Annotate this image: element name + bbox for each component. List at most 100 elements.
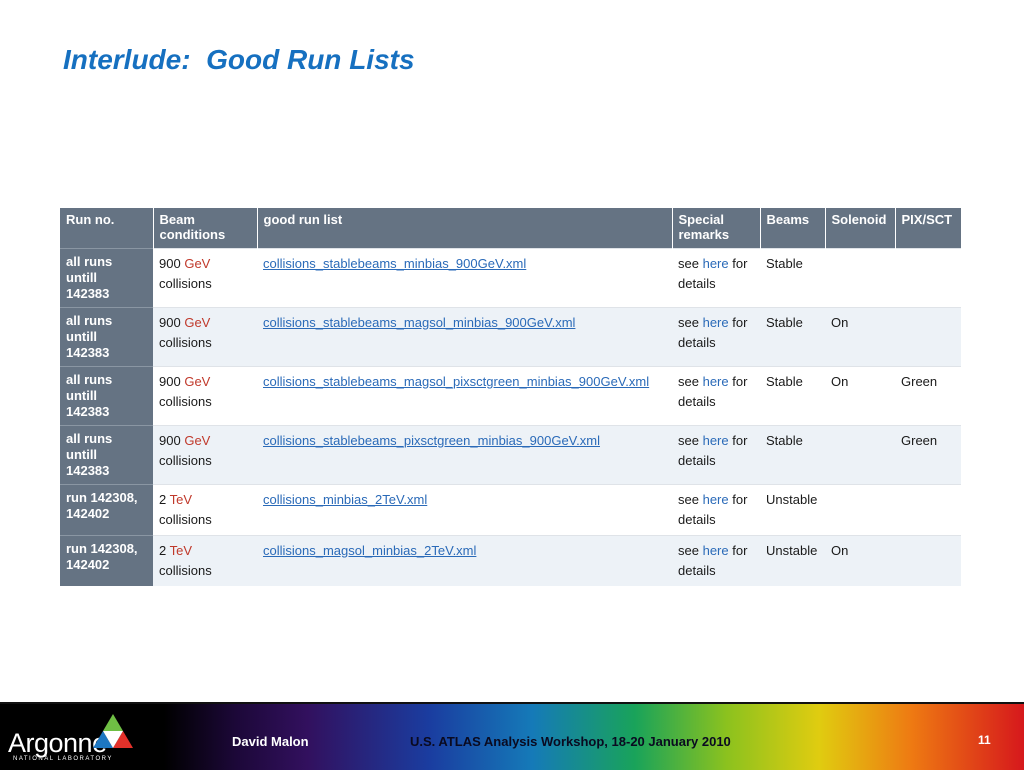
table-row: run 142308, 142402 2 TeV collisions collisio… — [60, 535, 961, 586]
workshop-title: U.S. ATLAS Analysis Workshop, 18-20 Janu… — [410, 734, 731, 749]
remarks-see-text: see — [678, 492, 699, 507]
special-remarks-cell: see here for details — [672, 307, 760, 367]
special-remarks-cell: see here for details — [672, 425, 760, 485]
run-number-cell: run 142308, 142402 — [60, 535, 153, 586]
remarks-here-link[interactable]: here — [703, 256, 729, 271]
beam-energy-unit-link[interactable]: TeV — [170, 543, 192, 558]
pix-sct-cell: Green — [895, 425, 961, 485]
header-beam-conditions: Beam conditions — [153, 208, 258, 249]
good-run-list-xml-link[interactable]: collisions_stablebeams_minbias_900GeV.xm… — [263, 256, 526, 271]
good-run-list-cell: collisions_stablebeams_pixsctgreen_minbi… — [257, 425, 672, 485]
argonne-logo-subtitle: NATIONAL LABORATORY — [13, 756, 113, 762]
beam-energy: 900 — [159, 374, 181, 389]
good-run-list-xml-link[interactable]: collisions_stablebeams_pixsctgreen_minbi… — [263, 433, 600, 448]
beam-collisions-label: collisions — [159, 563, 212, 578]
remarks-for-text: for — [732, 492, 748, 507]
beam-energy: 900 — [159, 256, 181, 271]
beam-conditions-cell: 900 GeV collisions — [153, 366, 257, 426]
solenoid-cell: On — [825, 366, 895, 426]
good-run-list-xml-link[interactable]: collisions_minbias_2TeV.xml — [263, 492, 427, 507]
good-run-list-cell: collisions_stablebeams_magsol_minbias_90… — [257, 307, 672, 367]
remarks-details-text: details — [678, 453, 716, 468]
beam-energy-unit-link[interactable]: TeV — [170, 492, 192, 507]
good-run-list-cell: collisions_stablebeams_minbias_900GeV.xm… — [257, 248, 672, 308]
pix-sct-cell — [895, 307, 961, 367]
beams-cell: Unstable — [760, 535, 825, 586]
special-remarks-cell: see here for details — [672, 366, 760, 426]
good-run-list-xml-link[interactable]: collisions_magsol_minbias_2TeV.xml — [263, 543, 476, 558]
footer-bar: Argonne NATIONAL LABORATORY David Malon … — [0, 702, 1024, 770]
table-row: all runs untill 142383 900 GeV collisions col… — [60, 307, 961, 367]
table-row: all runs untill 142383 900 GeV collisions col… — [60, 248, 961, 308]
presenter-name: David Malon — [232, 734, 309, 749]
header-good-run-list: good run list — [257, 208, 673, 249]
beam-energy: 2 — [159, 543, 167, 558]
beams-cell: Stable — [760, 248, 825, 308]
beams-status: Stable — [766, 256, 803, 271]
beam-conditions-cell: 900 GeV collisions — [153, 248, 257, 308]
run-number-cell: run 142308, 142402 — [60, 484, 153, 536]
remarks-for-text: for — [732, 374, 748, 389]
run-number-cell: all runs untill 142383 — [60, 307, 153, 367]
run-number-cell: all runs untill 142383 — [60, 425, 153, 485]
beam-energy: 2 — [159, 492, 167, 507]
remarks-see-text: see — [678, 374, 699, 389]
remarks-here-link[interactable]: here — [703, 433, 729, 448]
remarks-see-text: see — [678, 543, 699, 558]
good-run-list-cell: collisions_magsol_minbias_2TeV.xml — [257, 535, 672, 586]
remarks-see-text: see — [678, 315, 699, 330]
beam-collisions-label: collisions — [159, 453, 212, 468]
solenoid-status: On — [831, 543, 849, 558]
table-row: all runs untill 142383 900 GeV collisions col… — [60, 425, 961, 485]
remarks-here-link[interactable]: here — [703, 492, 729, 507]
remarks-details-text: details — [678, 335, 716, 350]
beam-energy-unit-link[interactable]: GeV — [184, 433, 210, 448]
good-run-list-xml-link[interactable]: collisions_stablebeams_magsol_minbias_90… — [263, 315, 575, 330]
remarks-for-text: for — [732, 256, 748, 271]
beam-energy-unit-link[interactable]: GeV — [184, 374, 210, 389]
remarks-here-link[interactable]: here — [703, 374, 729, 389]
solenoid-cell — [825, 425, 895, 485]
beam-conditions-cell: 2 TeV collisions — [153, 484, 257, 536]
solenoid-status: On — [831, 374, 849, 389]
pix-sct-cell — [895, 248, 961, 308]
beam-collisions-label: collisions — [159, 394, 212, 409]
remarks-for-text: for — [732, 433, 748, 448]
solenoid-cell — [825, 248, 895, 308]
beam-conditions-cell: 900 GeV collisions — [153, 307, 257, 367]
beam-collisions-label: collisions — [159, 276, 212, 291]
solenoid-cell: On — [825, 307, 895, 367]
pix-sct-status: Green — [901, 374, 938, 389]
run-number-cell: all runs untill 142383 — [60, 248, 153, 308]
remarks-here-link[interactable]: here — [703, 543, 729, 558]
solenoid-status: On — [831, 315, 849, 330]
beam-conditions-cell: 2 TeV collisions — [153, 535, 257, 586]
remarks-see-text: see — [678, 433, 699, 448]
pix-sct-status: Green — [901, 433, 938, 448]
beams-status: Unstable — [766, 492, 818, 507]
special-remarks-cell: see here for details — [672, 248, 760, 308]
run-number-text: run 142308, 142402 — [66, 490, 138, 521]
special-remarks-cell: see here for details — [672, 535, 760, 586]
argonne-logo-icon — [93, 714, 133, 748]
good-run-list-table: Run no. Beam conditions good run list Spe… — [60, 208, 962, 586]
beams-status: Stable — [766, 315, 803, 330]
run-number-text: all runs untill 142383 — [66, 313, 113, 360]
beams-cell: Stable — [760, 307, 825, 367]
run-number-text: all runs untill 142383 — [66, 254, 113, 301]
remarks-here-link[interactable]: here — [703, 315, 729, 330]
page-number: 11 — [978, 733, 991, 747]
remarks-details-text: details — [678, 563, 716, 578]
beam-energy-unit-link[interactable]: GeV — [184, 256, 210, 271]
run-number-cell: all runs untill 142383 — [60, 366, 153, 426]
solenoid-cell — [825, 484, 895, 536]
slide-title: Interlude: Good Run Lists — [63, 44, 415, 75]
beam-energy: 900 — [159, 315, 181, 330]
pix-sct-cell: Green — [895, 366, 961, 426]
good-run-list-cell: collisions_minbias_2TeV.xml — [257, 484, 672, 536]
beam-conditions-cell: 900 GeV collisions — [153, 425, 257, 485]
remarks-details-text: details — [678, 276, 716, 291]
solenoid-cell: On — [825, 535, 895, 586]
good-run-list-xml-link[interactable]: collisions_stablebeams_magsol_pixsctgree… — [263, 374, 649, 389]
beam-energy-unit-link[interactable]: GeV — [184, 315, 210, 330]
